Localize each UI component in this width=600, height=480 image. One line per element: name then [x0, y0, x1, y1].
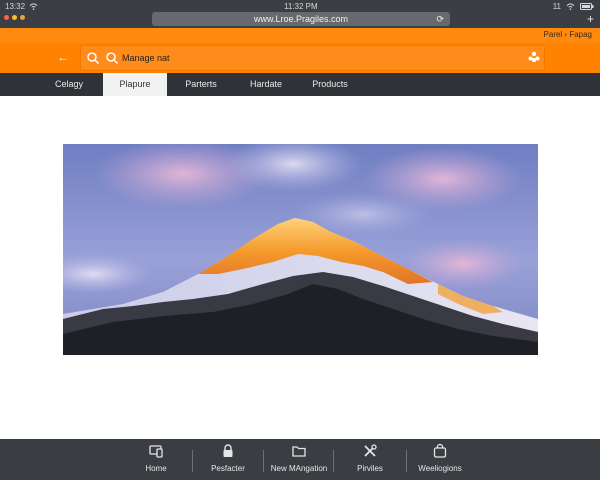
nav-pirviles[interactable]: Pirviles — [345, 443, 395, 479]
tab-plapure[interactable]: Plapure — [103, 73, 167, 96]
app-header: ← Manage nat — [0, 43, 600, 73]
nav-label: Home — [145, 464, 167, 473]
nav-divider — [406, 450, 407, 472]
close-dot[interactable] — [4, 15, 9, 20]
tab-hardate[interactable]: Hardate — [235, 73, 297, 96]
tab-parterts[interactable]: Parterts — [170, 73, 232, 96]
search-icon — [87, 52, 100, 65]
status-right: 11 — [553, 2, 594, 11]
address-bar[interactable]: www.Lroe.Pragiles.com ⟳ — [152, 12, 450, 26]
window-controls — [4, 15, 25, 20]
status-left: 13:32 — [5, 2, 38, 11]
clock-left: 13:32 — [5, 2, 26, 11]
nav-divider — [192, 450, 193, 472]
breadcrumb[interactable]: Parel › Fapag — [544, 30, 592, 39]
tools-icon — [364, 444, 377, 457]
clock-center: 11:32 PM — [284, 2, 318, 11]
bottom-nav: Home Pesfacter New MAngation Pirviles We… — [0, 439, 600, 480]
nav-divider — [263, 450, 264, 472]
folder-icon — [292, 446, 306, 457]
nav-pesfacter[interactable]: Pesfacter — [202, 443, 254, 479]
nav-label: Pesfacter — [211, 464, 245, 473]
status-bar: 13:32 11:32 PM 11 www.Lroe.Pragiles.com … — [0, 0, 600, 28]
wifi-icon — [29, 3, 38, 10]
nav-new-mangation[interactable]: New MAngation — [268, 443, 330, 479]
search-bar[interactable]: Manage nat — [80, 45, 545, 71]
devices-icon — [149, 445, 163, 458]
nav-divider — [333, 450, 334, 472]
page: 13:32 11:32 PM 11 www.Lroe.Pragiles.com … — [0, 0, 600, 480]
new-tab-icon[interactable]: + — [587, 12, 594, 26]
nav-home[interactable]: Home — [136, 443, 176, 479]
back-arrow-icon[interactable]: ← — [57, 50, 69, 64]
user-group-icon[interactable] — [527, 50, 541, 64]
hero-image — [63, 144, 538, 355]
mountain-photo — [63, 144, 538, 355]
header-strip: Parel › Fapag — [0, 28, 600, 43]
tab-products[interactable]: Products — [299, 73, 361, 96]
bag-icon — [433, 443, 447, 458]
search-input[interactable]: Manage nat — [122, 53, 170, 63]
nav-weeliogions[interactable]: Weeliogions — [414, 443, 466, 479]
search-icon — [106, 52, 119, 65]
nav-label: New MAngation — [270, 464, 328, 473]
battery-icon — [580, 3, 594, 10]
minimize-dot[interactable] — [12, 15, 17, 20]
url-text: www.Lroe.Pragiles.com — [253, 14, 349, 24]
nav-label: Pirviles — [357, 464, 383, 473]
wifi-icon — [566, 3, 575, 10]
clock-right: 11 — [552, 2, 561, 11]
tab-celagy[interactable]: Celagy — [38, 73, 100, 96]
lock-icon — [223, 444, 233, 457]
category-tabs: Celagy Plapure Parterts Hardate Products — [0, 73, 600, 96]
maximize-dot[interactable] — [20, 15, 25, 20]
reload-icon[interactable]: ⟳ — [436, 12, 444, 26]
nav-label: Weeliogions — [418, 464, 462, 473]
